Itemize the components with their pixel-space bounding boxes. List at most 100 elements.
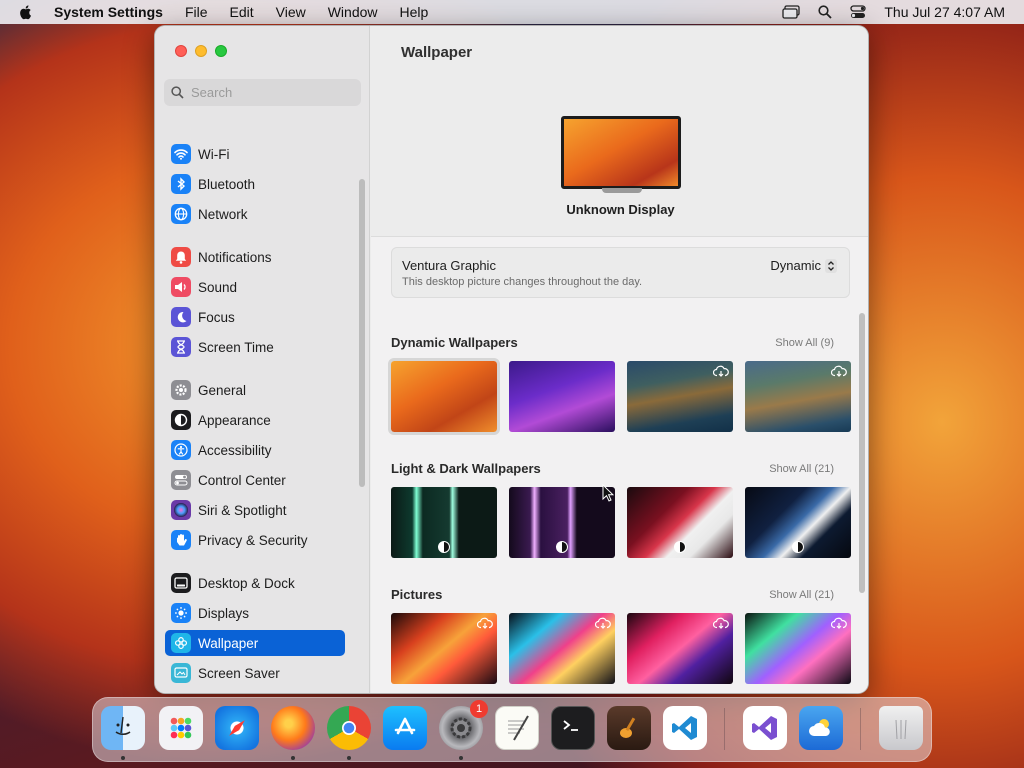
sidebar-item-general[interactable]: General bbox=[165, 377, 345, 403]
wallpaper-thumb[interactable] bbox=[627, 487, 733, 558]
page-title: Wallpaper bbox=[401, 44, 473, 61]
garageband-icon[interactable] bbox=[607, 706, 651, 750]
content-scrollbar[interactable] bbox=[859, 313, 865, 593]
wallpaper-thumb[interactable] bbox=[509, 613, 615, 684]
sidebar-item-appearance[interactable]: Appearance bbox=[165, 407, 345, 433]
wallpaper-thumb[interactable] bbox=[391, 487, 497, 558]
spotlight-search-icon[interactable] bbox=[818, 5, 832, 19]
hand-icon bbox=[171, 530, 191, 550]
wallpaper-mode-select[interactable]: Dynamic bbox=[770, 258, 837, 273]
sidebar-item-screen-time[interactable]: Screen Time bbox=[165, 334, 345, 360]
wallpaper-thumb[interactable] bbox=[627, 361, 733, 432]
sidebar-item-bluetooth[interactable]: Bluetooth bbox=[165, 171, 345, 197]
sidebar-item-label: Accessibility bbox=[198, 442, 272, 458]
search-field[interactable] bbox=[164, 79, 361, 106]
sidebar-item-desktop-dock[interactable]: Desktop & Dock bbox=[165, 570, 345, 596]
download-cloud-icon[interactable] bbox=[831, 617, 847, 629]
wallpaper-thumb[interactable] bbox=[391, 613, 497, 684]
toggles-icon bbox=[171, 470, 191, 490]
menu-bar-clock[interactable]: Thu Jul 27 4:07 AM bbox=[884, 4, 1005, 20]
wallpaper-thumb[interactable] bbox=[509, 487, 615, 558]
search-input[interactable] bbox=[191, 85, 341, 100]
apple-logo-icon[interactable] bbox=[18, 4, 34, 20]
sidebar-item-siri-spotlight[interactable]: Siri & Spotlight bbox=[165, 497, 345, 523]
menu-file[interactable]: File bbox=[185, 4, 208, 20]
textedit-icon[interactable] bbox=[495, 706, 539, 750]
sidebar-item-accessibility[interactable]: Accessibility bbox=[165, 437, 345, 463]
menu-help[interactable]: Help bbox=[400, 4, 429, 20]
notification-badge: 1 bbox=[470, 700, 488, 718]
sidebar-item-label: Bluetooth bbox=[198, 176, 256, 192]
sidebar-item-label: Displays bbox=[198, 605, 250, 621]
download-cloud-icon[interactable] bbox=[713, 365, 729, 377]
speaker-icon bbox=[171, 277, 191, 297]
monitor-stand bbox=[602, 188, 642, 193]
dock-divider bbox=[724, 708, 725, 750]
sidebar: Wi-Fi Bluetooth Network Notifications Sound F… bbox=[155, 26, 370, 693]
sidebar-item-control-center[interactable]: Control Center bbox=[165, 467, 345, 493]
sidebar-item-label: Siri & Spotlight bbox=[198, 502, 287, 518]
current-wallpaper-card: Ventura Graphic This desktop picture cha… bbox=[391, 247, 850, 298]
menu-edit[interactable]: Edit bbox=[230, 4, 254, 20]
window-controls bbox=[175, 45, 227, 57]
app-store-icon[interactable] bbox=[383, 706, 427, 750]
firefox-icon[interactable] bbox=[271, 706, 315, 750]
battery-icon bbox=[171, 693, 191, 694]
download-cloud-icon[interactable] bbox=[477, 617, 493, 629]
finder-icon[interactable] bbox=[101, 706, 145, 750]
sidebar-item-label: Wi-Fi bbox=[198, 146, 230, 162]
menu-window[interactable]: Window bbox=[328, 4, 378, 20]
menu-view[interactable]: View bbox=[276, 4, 306, 20]
screen-mirroring-icon[interactable] bbox=[782, 5, 801, 19]
sidebar-item-notifications[interactable]: Notifications bbox=[165, 244, 345, 270]
download-cloud-icon[interactable] bbox=[713, 617, 729, 629]
sidebar-item-sound[interactable]: Sound bbox=[165, 274, 345, 300]
menu-app-name[interactable]: System Settings bbox=[54, 4, 163, 20]
sidebar-item-focus[interactable]: Focus bbox=[165, 304, 345, 330]
sidebar-item-screen-saver[interactable]: Screen Saver bbox=[165, 660, 345, 686]
vscode-icon[interactable] bbox=[663, 706, 707, 750]
wallpaper-thumb[interactable] bbox=[388, 358, 500, 435]
safari-icon[interactable] bbox=[215, 706, 259, 750]
sidebar-item-label: Screen Time bbox=[198, 339, 274, 355]
sidebar-item-network[interactable]: Network bbox=[165, 201, 345, 227]
download-cloud-icon[interactable] bbox=[595, 617, 611, 629]
sidebar-scrollbar[interactable] bbox=[359, 179, 365, 487]
sidebar-item-energy-saver[interactable]: Energy Saver bbox=[165, 690, 345, 694]
close-button[interactable] bbox=[175, 45, 187, 57]
weather-icon[interactable] bbox=[799, 706, 843, 750]
wallpaper-pane: Wallpaper Unknown Display Ventura Graphi… bbox=[371, 26, 868, 693]
display-preview: Unknown Display bbox=[371, 81, 868, 236]
mouse-cursor-icon bbox=[602, 484, 614, 502]
wallpaper-thumb[interactable] bbox=[745, 361, 851, 432]
section-title-light-dark: Light & Dark Wallpapers bbox=[391, 461, 541, 476]
launchpad-icon[interactable] bbox=[159, 706, 203, 750]
sidebar-item-label: Notifications bbox=[198, 249, 272, 265]
wallpaper-thumb[interactable] bbox=[745, 613, 851, 684]
display-name: Unknown Display bbox=[566, 202, 675, 217]
chrome-icon[interactable] bbox=[327, 706, 371, 750]
sidebar-item-wallpaper[interactable]: Wallpaper bbox=[165, 630, 345, 656]
wallpaper-thumb[interactable] bbox=[745, 487, 851, 558]
light-dark-icon bbox=[792, 541, 804, 553]
dock: 1 bbox=[92, 697, 932, 762]
visual-studio-icon[interactable] bbox=[743, 706, 787, 750]
bluetooth-icon bbox=[171, 174, 191, 194]
show-all-pictures[interactable]: Show All (21) bbox=[769, 589, 834, 601]
zoom-button[interactable] bbox=[215, 45, 227, 57]
download-cloud-icon[interactable] bbox=[831, 365, 847, 377]
trash-icon[interactable] bbox=[879, 706, 923, 750]
system-settings-icon[interactable]: 1 bbox=[439, 700, 488, 750]
minimize-button[interactable] bbox=[195, 45, 207, 57]
wifi-icon bbox=[171, 144, 191, 164]
wallpaper-thumb[interactable] bbox=[509, 361, 615, 432]
sidebar-item-displays[interactable]: Displays bbox=[165, 600, 345, 626]
running-indicator bbox=[459, 756, 463, 760]
sidebar-item-wi-fi[interactable]: Wi-Fi bbox=[165, 141, 345, 167]
show-all-light-dark[interactable]: Show All (21) bbox=[769, 463, 834, 475]
sidebar-item-privacy-security[interactable]: Privacy & Security bbox=[165, 527, 345, 553]
control-center-icon[interactable] bbox=[850, 5, 867, 19]
terminal-icon[interactable] bbox=[551, 706, 595, 750]
show-all-dynamic[interactable]: Show All (9) bbox=[775, 337, 834, 349]
wallpaper-thumb[interactable] bbox=[627, 613, 733, 684]
